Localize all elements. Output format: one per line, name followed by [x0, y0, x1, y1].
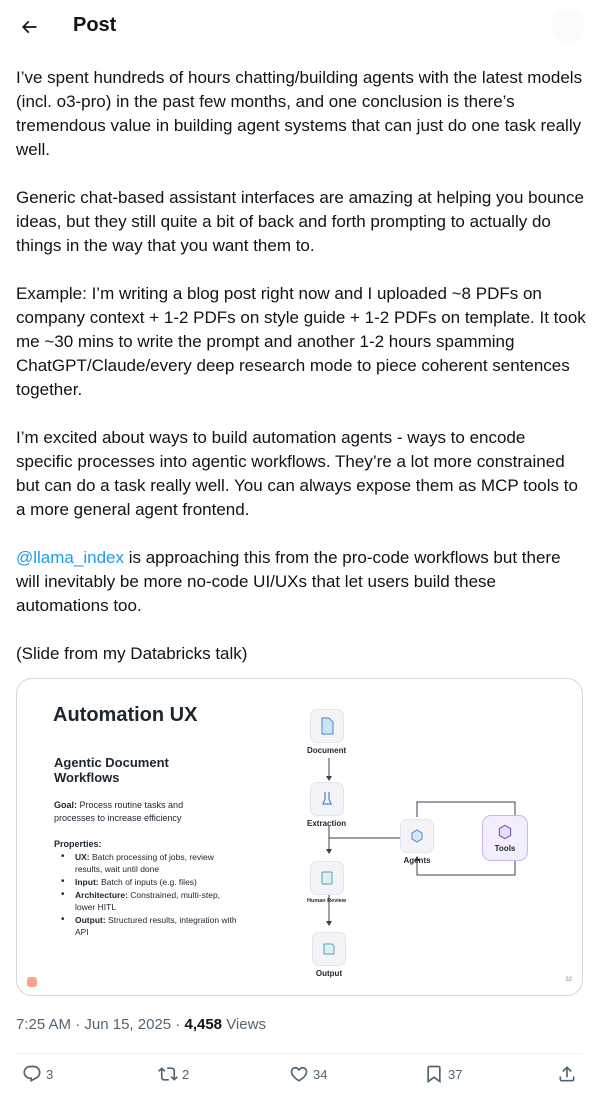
meta-separator: · — [171, 1016, 185, 1033]
like-count: 34 — [313, 1066, 328, 1082]
slide-title: Automation UX — [53, 704, 198, 726]
node-agents: Agents — [400, 819, 434, 865]
reply-count: 3 — [46, 1066, 54, 1082]
extraction-icon — [321, 792, 332, 805]
node-tools: Tools — [482, 815, 528, 861]
cube-icon — [411, 829, 423, 843]
post-meta: 7:25 AM · Jun 15, 2025 · 4,458 Views — [16, 1016, 266, 1033]
node-human-review: Human Review — [307, 861, 346, 904]
slide: Automation UX Agentic Document Workflows… — [17, 679, 582, 995]
node-label: Agents — [403, 856, 431, 865]
reply-icon — [23, 1065, 41, 1083]
views-label: Views — [222, 1016, 266, 1033]
node-label: Human Review — [307, 898, 347, 904]
bookmark-icon — [427, 1065, 441, 1084]
views-count: 4,458 — [184, 1016, 223, 1033]
property-item: UX: Batch processing of jobs, review res… — [61, 851, 241, 875]
share-button[interactable] — [557, 1064, 577, 1084]
meta-separator: · — [71, 1016, 85, 1033]
property-text: Batch of inputs (e.g. files) — [98, 877, 197, 887]
header-action-button[interactable] — [551, 10, 585, 44]
property-key: Architecture: — [75, 890, 128, 900]
share-icon — [559, 1066, 575, 1082]
action-bar: 3 2 34 37 — [0, 1058, 599, 1098]
node-output: Output — [312, 932, 346, 978]
node-label: Extraction — [307, 819, 347, 828]
repost-button[interactable]: 2 — [158, 1064, 189, 1084]
page-title: Post — [73, 14, 117, 36]
divider — [16, 1053, 583, 1054]
post-paragraph: I’ve spent hundreds of hours chatting/bu… — [16, 68, 583, 159]
property-key: UX: — [75, 852, 90, 862]
property-item: Input: Batch of inputs (e.g. files) — [61, 876, 241, 888]
post-text: I’ve spent hundreds of hours chatting/bu… — [16, 66, 586, 690]
output-icon — [323, 943, 335, 955]
post-paragraph: (Slide from my Databricks talk) — [16, 644, 248, 663]
post-paragraph: Example: I’m writing a blog post right n… — [16, 284, 586, 399]
slide-page-number: 32 — [565, 977, 572, 983]
property-text: Batch processing of jobs, review results… — [75, 852, 214, 874]
node-extraction: Extraction — [307, 782, 346, 828]
repost-icon — [158, 1067, 178, 1081]
slide-subtitle: Agentic Document Workflows — [54, 755, 169, 785]
slide-goal: Goal: Process routine tasks and processe… — [54, 799, 224, 825]
properties-list: UX: Batch processing of jobs, review res… — [61, 851, 241, 939]
heart-icon — [290, 1066, 308, 1082]
media-image[interactable]: Automation UX Agentic Document Workflows… — [16, 678, 583, 996]
document-icon — [321, 717, 334, 735]
bookmark-count: 37 — [448, 1066, 463, 1082]
back-button[interactable] — [12, 10, 46, 44]
property-key: Input: — [75, 877, 99, 887]
post-paragraph: @llama_index is approaching this from th… — [16, 546, 586, 618]
goal-label: Goal: — [54, 800, 78, 810]
company-logo-icon — [27, 977, 37, 987]
reply-button[interactable]: 3 — [22, 1064, 53, 1084]
node-label: Output — [315, 969, 343, 978]
review-icon — [321, 871, 333, 885]
header-bar: Post — [0, 0, 599, 54]
post-paragraph: Generic chat-based assistant interfaces … — [16, 188, 584, 255]
post-date[interactable]: Jun 15, 2025 — [84, 1016, 171, 1033]
like-button[interactable]: 34 — [289, 1064, 327, 1084]
properties-label: Properties: — [54, 839, 102, 849]
mention-link[interactable]: @llama_index — [16, 548, 124, 567]
post-paragraph: I’m excited about ways to build automati… — [16, 428, 578, 519]
property-item: Architecture: Constrained, multi-step, l… — [61, 889, 241, 913]
property-item: Output: Structured results, integration … — [61, 914, 241, 938]
repost-count: 2 — [182, 1066, 190, 1082]
property-key: Output: — [75, 915, 106, 925]
bookmark-button[interactable]: 37 — [424, 1064, 462, 1084]
arrow-left-icon — [21, 20, 37, 34]
node-document: Document — [307, 709, 346, 755]
node-label: Document — [307, 746, 347, 755]
toolbox-icon — [498, 824, 512, 840]
node-label: Tools — [494, 844, 516, 853]
post-time[interactable]: 7:25 AM — [16, 1016, 71, 1033]
